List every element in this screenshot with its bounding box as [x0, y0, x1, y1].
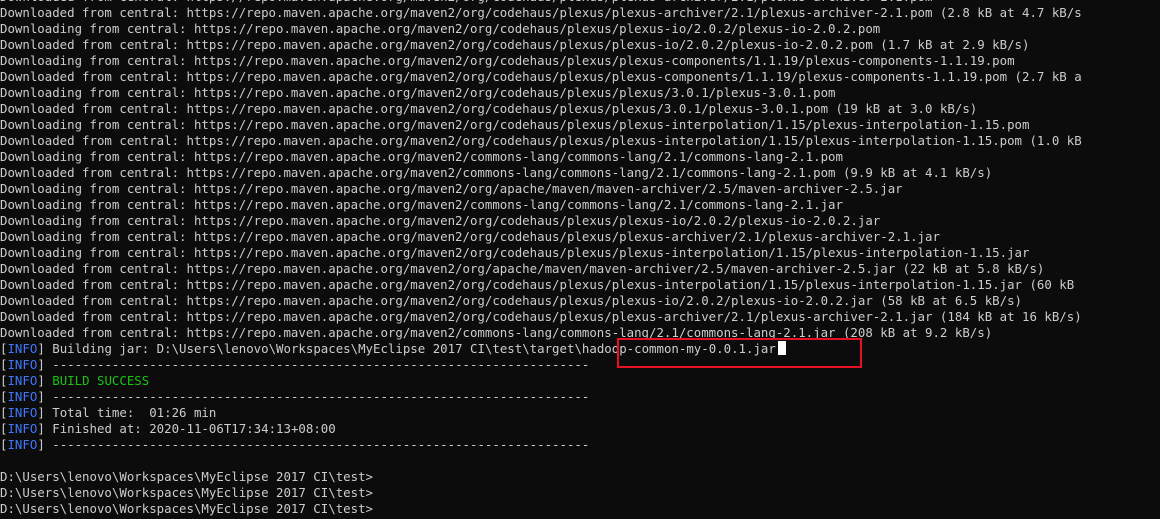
download-log-line: Downloading from central: https://repo.m…	[0, 197, 843, 212]
info-line-build-success: [INFO] BUILD SUCCESS	[0, 373, 1160, 389]
info-line-separator: [INFO] ---------------------------------…	[0, 437, 1160, 453]
prompt-line: D:\Users\lenovo\Workspaces\MyEclipse 201…	[0, 469, 373, 484]
download-log: Downloaded from central: https://repo.ma…	[0, 0, 1160, 341]
download-log-line: Downloading from central: https://repo.m…	[0, 181, 903, 196]
download-log-line: Downloaded from central: https://repo.ma…	[0, 261, 1045, 276]
download-log-line: Downloaded from central: https://repo.ma…	[0, 277, 1075, 292]
info-tag: [INFO]	[0, 405, 45, 420]
info-tag: [INFO]	[0, 341, 45, 356]
download-log-line: Downloaded from central: https://repo.ma…	[0, 293, 1022, 308]
download-log-line: Downloaded from central: https://repo.ma…	[0, 165, 993, 180]
download-log-line: Downloaded from central: https://repo.ma…	[0, 101, 978, 116]
info-tag: [INFO]	[0, 437, 45, 452]
download-log-line: Downloaded from central: https://repo.ma…	[0, 325, 993, 340]
download-log-line: Downloading from central: https://repo.m…	[0, 53, 1015, 68]
prompt-line: D:\Users\lenovo\Workspaces\MyEclipse 201…	[0, 501, 373, 516]
download-log-line: Downloading from central: https://repo.m…	[0, 213, 881, 228]
download-log-line: Downloading from central: https://repo.m…	[0, 85, 836, 100]
download-log-line: Downloading from central: https://repo.m…	[0, 229, 940, 244]
prompt-line: D:\Users\lenovo\Workspaces\MyEclipse 201…	[0, 485, 373, 500]
download-log-line: Downloaded from central: https://repo.ma…	[0, 133, 1082, 148]
building-jar-text: Building jar: D:\Users\lenovo\Workspaces…	[44, 341, 575, 356]
download-log-line: Downloaded from central: https://repo.ma…	[0, 37, 1030, 52]
download-log-line: Downloading from central: https://repo.m…	[0, 117, 1030, 132]
info-tag: [INFO]	[0, 357, 45, 372]
info-line-separator: [INFO] ---------------------------------…	[0, 357, 1160, 373]
download-log-line: Downloaded from central: https://repo.ma…	[0, 69, 1082, 84]
download-log-line: Downloading from central: https://repo.m…	[0, 149, 843, 164]
info-line-total-time: [INFO] Total time: 01:26 min	[0, 405, 1160, 421]
text-cursor	[777, 341, 786, 355]
info-tag: [INFO]	[0, 389, 45, 404]
terminal-window[interactable]: Downloaded from central: https://repo.ma…	[0, 0, 1160, 519]
separator-text: ----------------------------------------…	[44, 437, 590, 452]
info-tag: [INFO]	[0, 373, 45, 388]
download-log-line: Downloading from central: https://repo.m…	[0, 21, 881, 36]
info-line-building-jar: [INFO] Building jar: D:\Users\lenovo\Wor…	[0, 341, 1160, 357]
info-line-separator: [INFO] ---------------------------------…	[0, 389, 1160, 405]
total-time-text: Total time: 01:26 min	[44, 405, 217, 420]
download-log-line: Downloaded from central: https://repo.ma…	[0, 5, 1082, 20]
separator-text: ----------------------------------------…	[44, 357, 590, 372]
separator-text: ----------------------------------------…	[44, 389, 590, 404]
jar-filename: \hadoop-common-my-0.0.1.jar	[574, 341, 776, 356]
download-log-line: Downloaded from central: https://repo.ma…	[0, 309, 1082, 324]
download-log-line: Downloading from central: https://repo.m…	[0, 245, 1030, 260]
info-tag: [INFO]	[0, 421, 45, 436]
build-success-text: BUILD SUCCESS	[44, 373, 150, 388]
info-line-finished-at: [INFO] Finished at: 2020-11-06T17:34:13+…	[0, 421, 1160, 437]
finished-at-text: Finished at: 2020-11-06T17:34:13+08:00	[44, 421, 336, 436]
